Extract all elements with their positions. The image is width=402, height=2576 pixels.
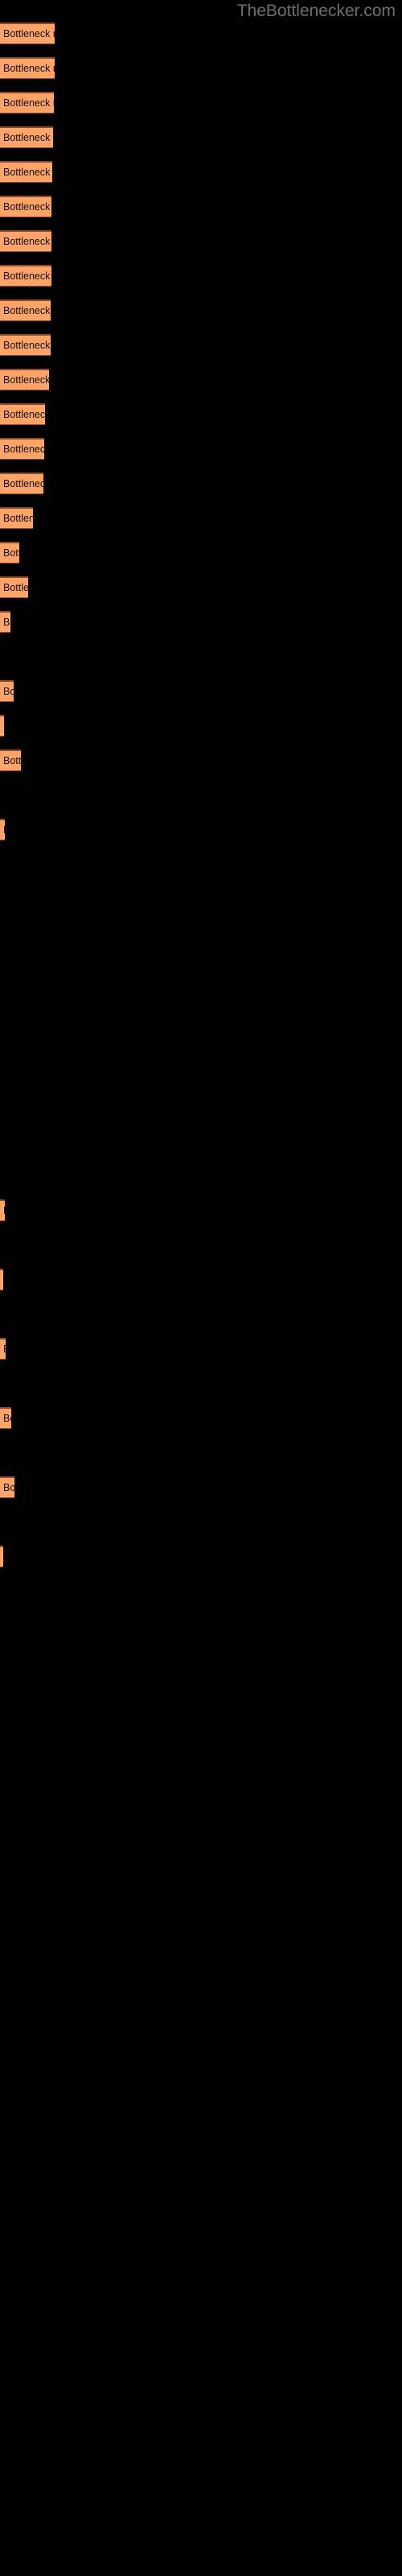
- bar[interactable]: Bottleneck result: [0, 1199, 5, 1221]
- bar-row: Bottleneck result: [0, 680, 402, 702]
- bar-row: Bottleneck result: [0, 438, 402, 460]
- bar-row: Bottleneck result: [0, 161, 402, 183]
- bar-row: Bottleneck result: [0, 1476, 402, 1498]
- bar-label: Bottleneck result: [3, 686, 14, 697]
- bar-row: Bottleneck result: [0, 1199, 402, 1221]
- bar-label: Bottleneck result: [3, 167, 52, 178]
- bar-row: Bottleneck result: [0, 542, 402, 564]
- bar-row: Bottleneck result: [0, 715, 402, 737]
- bar-label: Bottleneck result: [3, 28, 55, 39]
- bar-label: Bottleneck result: [3, 444, 44, 455]
- bar[interactable]: Bottleneck result: [0, 57, 55, 79]
- bar-row: Bottleneck result: [0, 369, 402, 390]
- bar[interactable]: Bottleneck result: [0, 680, 14, 702]
- bar[interactable]: Bottleneck result: [0, 715, 4, 737]
- bar-row: Bottleneck result: [0, 23, 402, 44]
- bar-label: Bottleneck result: [3, 513, 33, 524]
- bar-row: Bottleneck result: [0, 1546, 402, 1567]
- bar-label: Bottleneck result: [3, 236, 51, 247]
- bar-row: Bottleneck result: [0, 265, 402, 287]
- bar-row: Bottleneck result: [0, 230, 402, 252]
- bar-label: Bottleneck result: [3, 617, 10, 628]
- bar-label: Bottleneck result: [3, 582, 28, 593]
- bar-row: Bottleneck result: [0, 576, 402, 598]
- bar-row: Bottleneck result: [0, 1269, 402, 1290]
- bar[interactable]: Bottleneck result: [0, 126, 53, 148]
- bar[interactable]: Bottleneck result: [0, 576, 28, 598]
- bar[interactable]: Bottleneck result: [0, 819, 5, 840]
- bar-row: Bottleneck result: [0, 749, 402, 771]
- bar-label: Bottleneck result: [3, 132, 53, 143]
- bar-row: Bottleneck result: [0, 507, 402, 529]
- bottleneck-bar-chart: Bottleneck result Bottleneck result Bottle…: [0, 0, 402, 2576]
- bar-label: Bottleneck result: [3, 824, 5, 836]
- bar-label: Bottleneck result: [3, 63, 55, 74]
- bar-row: Bottleneck result: [0, 1338, 402, 1360]
- bar[interactable]: Bottleneck result: [0, 92, 54, 114]
- bar[interactable]: Bottleneck result: [0, 507, 33, 529]
- bar[interactable]: Bottleneck result: [0, 1338, 6, 1360]
- bar-label: Bottleneck result: [3, 720, 4, 732]
- bar[interactable]: Bottleneck result: [0, 1269, 3, 1290]
- bar-row: Bottleneck result: [0, 1407, 402, 1429]
- bar-label: Bottleneck result: [3, 1413, 11, 1424]
- bar[interactable]: Bottleneck result: [0, 1407, 11, 1429]
- bar-label: Bottleneck result: [3, 755, 21, 766]
- bar[interactable]: Bottleneck result: [0, 265, 51, 287]
- bar-label: Bottleneck result: [3, 478, 43, 489]
- bar[interactable]: Bottleneck result: [0, 403, 45, 425]
- bar[interactable]: Bottleneck result: [0, 611, 10, 633]
- bar[interactable]: Bottleneck result: [0, 1476, 14, 1498]
- bar-row: Bottleneck result: [0, 611, 402, 633]
- bar-row: Bottleneck result: [0, 819, 402, 840]
- bar-label: Bottleneck result: [3, 1482, 14, 1493]
- bar[interactable]: Bottleneck result: [0, 23, 55, 44]
- bar-row: Bottleneck result: [0, 299, 402, 321]
- bar[interactable]: Bottleneck result: [0, 230, 51, 252]
- bar-label: Bottleneck result: [3, 547, 19, 559]
- bar[interactable]: Bottleneck result: [0, 369, 49, 390]
- bar[interactable]: Bottleneck result: [0, 438, 44, 460]
- bar-label: Bottleneck result: [3, 97, 54, 109]
- bar-row: Bottleneck result: [0, 403, 402, 425]
- bar[interactable]: Bottleneck result: [0, 473, 43, 494]
- bar[interactable]: Bottleneck result: [0, 749, 21, 771]
- bar-label: Bottleneck result: [3, 1344, 6, 1355]
- bar[interactable]: Bottleneck result: [0, 299, 51, 321]
- bar[interactable]: Bottleneck result: [0, 334, 51, 356]
- bar[interactable]: Bottleneck result: [0, 161, 52, 183]
- bar-label: Bottleneck result: [3, 374, 49, 386]
- bar-label: Bottleneck result: [3, 409, 45, 420]
- bar[interactable]: Bottleneck result: [0, 542, 19, 564]
- bar[interactable]: Bottleneck result: [0, 196, 51, 217]
- bar-label: Bottleneck result: [3, 340, 51, 351]
- bar-row: Bottleneck result: [0, 126, 402, 148]
- bar[interactable]: Bottleneck result: [0, 1546, 3, 1567]
- bar-label: Bottleneck result: [3, 1205, 5, 1216]
- bar-row: Bottleneck result: [0, 92, 402, 114]
- bar-row: Bottleneck result: [0, 334, 402, 356]
- bar-row: Bottleneck result: [0, 196, 402, 217]
- bar-label: Bottleneck result: [3, 270, 51, 282]
- bar-label: Bottleneck result: [3, 201, 51, 213]
- bar-row: Bottleneck result: [0, 57, 402, 79]
- bar-row: Bottleneck result: [0, 473, 402, 494]
- bar-label: Bottleneck result: [3, 305, 51, 316]
